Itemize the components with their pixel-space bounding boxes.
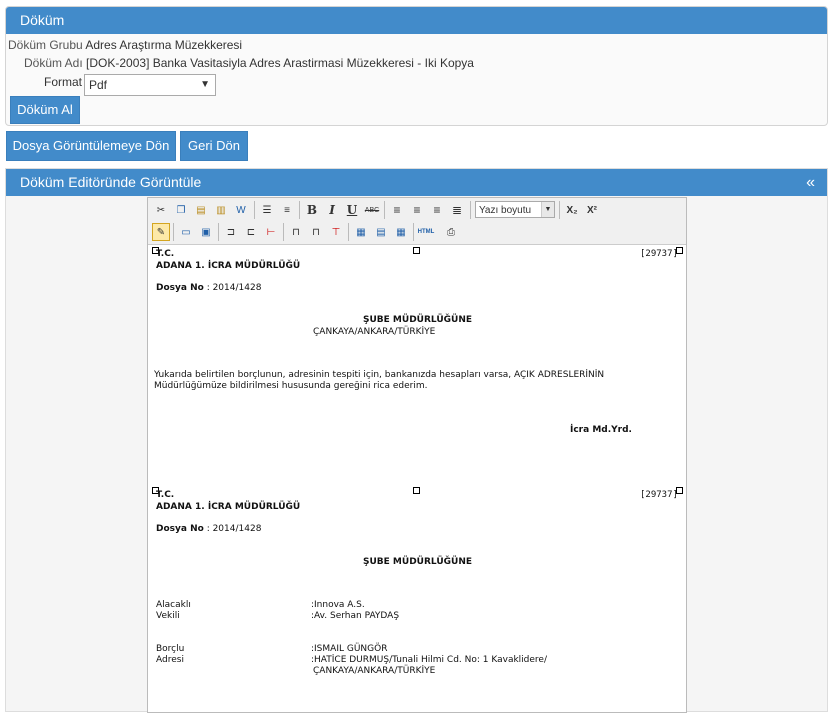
tc-heading: T.C. bbox=[156, 490, 175, 500]
file-number-label: Dosya No bbox=[156, 524, 204, 534]
branch-heading: ŞUBE MÜDÜRLÜĞÜNE bbox=[363, 315, 473, 325]
superscript-icon[interactable]: X² bbox=[583, 201, 601, 219]
toolbar-separator bbox=[173, 223, 174, 241]
tc-heading: T.C. bbox=[156, 249, 175, 259]
align-left-icon[interactable]: ≡ bbox=[388, 201, 406, 219]
reference-number: [29737] bbox=[640, 249, 678, 259]
cell-props-icon[interactable]: ▦ bbox=[392, 223, 410, 241]
name-label: Döküm Adı bbox=[24, 56, 83, 70]
font-size-label: Yazı boyutu bbox=[479, 205, 532, 216]
body-line-1: Yukarıda belirtilen borçlunun, adresinin… bbox=[154, 370, 605, 380]
chevron-down-icon: ▼ bbox=[541, 202, 554, 217]
format-label: Format bbox=[44, 75, 83, 89]
editor-panel: Döküm Editöründe Görüntüle « ✂ ❐ ▤ ▥ W ☰… bbox=[5, 168, 828, 713]
document-panel: Döküm Döküm Grubu Adres Araştırma Müzekk… bbox=[5, 6, 828, 126]
html-source-icon[interactable]: HTML bbox=[417, 223, 435, 241]
file-number-value: : 2014/1428 bbox=[206, 524, 262, 534]
body-line-2: Müdürlüğümüze bildirilmesi hususunda ger… bbox=[154, 381, 428, 391]
table-icon[interactable]: ▦ bbox=[352, 223, 370, 241]
editor-panel-title: Döküm Editöründe Görüntüle bbox=[20, 174, 202, 190]
insert-col-before-icon[interactable]: ⊓ bbox=[287, 223, 305, 241]
editor-toolbar: ✂ ❐ ▤ ▥ W ☰ ≡ B I U ABC ≡ ≡ ≡ ≣ Yazı boy… bbox=[148, 198, 686, 245]
office-name: ADANA 1. İCRA MÜDÜRLÜĞÜ bbox=[156, 502, 301, 512]
name-row: Döküm Adı [DOK-2003] Banka Vasitasiyla A… bbox=[24, 56, 474, 70]
debtor-value: :ISMAIL GÜNGÖR bbox=[311, 644, 388, 654]
office-name: ADANA 1. İCRA MÜDÜRLÜĞÜ bbox=[156, 261, 301, 271]
numbered-list-icon[interactable]: ≡ bbox=[278, 201, 296, 219]
insert-row-before-icon[interactable]: ⊐ bbox=[222, 223, 240, 241]
toolbar-separator bbox=[348, 223, 349, 241]
copy-icon[interactable]: ❐ bbox=[172, 201, 190, 219]
file-number-label: Dosya No bbox=[156, 283, 204, 293]
horizontal-rule-icon[interactable]: ▭ bbox=[177, 223, 195, 241]
insert-col-after-icon[interactable]: ⊓ bbox=[307, 223, 325, 241]
dropdown-arrow-icon: ▼ bbox=[200, 79, 210, 90]
resize-handle[interactable] bbox=[413, 487, 420, 494]
panel-title: Döküm bbox=[6, 7, 827, 34]
file-number: Dosya No : 2014/1428 bbox=[156, 283, 261, 293]
address-value-2: ÇANKAYA/ANKARA/TÜRKİYE bbox=[313, 666, 436, 676]
delete-col-icon[interactable]: ⊤ bbox=[327, 223, 345, 241]
file-number: Dosya No : 2014/1428 bbox=[156, 524, 261, 534]
toolbar-separator bbox=[218, 223, 219, 241]
underline-icon[interactable]: U bbox=[343, 201, 361, 219]
rich-text-editor[interactable]: ✂ ❐ ▤ ▥ W ☰ ≡ B I U ABC ≡ ≡ ≡ ≣ Yazı boy… bbox=[147, 197, 687, 713]
resize-handle[interactable] bbox=[413, 247, 420, 254]
insert-row-after-icon[interactable]: ⊏ bbox=[242, 223, 260, 241]
name-value: [DOK-2003] Banka Vasitasiyla Adres Arast… bbox=[86, 56, 474, 70]
address-label: Adresi bbox=[156, 655, 184, 665]
paste-text-icon[interactable]: ▥ bbox=[212, 201, 230, 219]
font-size-select[interactable]: Yazı boyutu ▼ bbox=[475, 201, 555, 218]
debtor-label: Borçlu bbox=[156, 644, 185, 654]
file-number-value: : 2014/1428 bbox=[206, 283, 262, 293]
edit-icon[interactable]: ✎ bbox=[152, 223, 170, 241]
toolbar-separator bbox=[299, 201, 300, 219]
paste-word-icon[interactable]: W bbox=[232, 201, 250, 219]
group-row: Döküm Grubu Adres Araştırma Müzekkeresi bbox=[8, 38, 242, 52]
bold-icon[interactable]: B bbox=[303, 201, 321, 219]
address-value: :HATİCE DURMUŞ/Tunali Hilmi Cd. No: 1 Ka… bbox=[311, 655, 547, 665]
editor-panel-header: Döküm Editöründe Görüntüle « bbox=[6, 169, 827, 196]
print-button[interactable]: Döküm Al bbox=[10, 96, 80, 124]
attorney-value: :Av. Serhan PAYDAŞ bbox=[311, 611, 400, 621]
toolbar-separator bbox=[413, 223, 414, 241]
format-select[interactable]: Pdf ▼ bbox=[84, 74, 216, 96]
toolbar-separator bbox=[470, 201, 471, 219]
back-button[interactable]: Geri Dön bbox=[180, 131, 248, 161]
address-fragment: ÇANKAYA/ANKARA/TÜRKİYE bbox=[313, 327, 436, 337]
bullet-list-icon[interactable]: ☰ bbox=[258, 201, 276, 219]
creditor-label: Alacaklı bbox=[156, 600, 191, 610]
branch-heading: ŞUBE MÜDÜRLÜĞÜNE bbox=[363, 557, 473, 567]
attorney-label: Vekili bbox=[156, 611, 180, 621]
table-props-icon[interactable]: ▤ bbox=[372, 223, 390, 241]
print-icon[interactable]: ⎙ bbox=[442, 223, 460, 241]
reference-number: [29737] bbox=[640, 490, 678, 500]
back-to-file-button[interactable]: Dosya Görüntülemeye Dön bbox=[6, 131, 176, 161]
group-value: Adres Araştırma Müzekkeresi bbox=[85, 38, 243, 52]
toolbar-separator bbox=[283, 223, 284, 241]
justify-icon[interactable]: ≣ bbox=[448, 201, 466, 219]
format-value: Pdf bbox=[89, 78, 108, 92]
toolbar-separator bbox=[559, 201, 560, 219]
delete-row-icon[interactable]: ⊢ bbox=[262, 223, 280, 241]
creditor-value: :Innova A.S. bbox=[311, 600, 365, 610]
align-right-icon[interactable]: ≡ bbox=[428, 201, 446, 219]
page-break-icon[interactable]: ▣ bbox=[197, 223, 215, 241]
collapse-icon[interactable]: « bbox=[806, 169, 815, 196]
align-center-icon[interactable]: ≡ bbox=[408, 201, 426, 219]
toolbar-separator bbox=[384, 201, 385, 219]
cut-icon[interactable]: ✂ bbox=[152, 201, 170, 219]
strikethrough-icon[interactable]: ABC bbox=[363, 201, 381, 219]
signer: İcra Md.Yrd. bbox=[570, 425, 632, 435]
toolbar-separator bbox=[254, 201, 255, 219]
paste-icon[interactable]: ▤ bbox=[192, 201, 210, 219]
italic-icon[interactable]: I bbox=[323, 201, 341, 219]
subscript-icon[interactable]: X₂ bbox=[563, 201, 581, 219]
group-label: Döküm Grubu bbox=[8, 38, 83, 52]
